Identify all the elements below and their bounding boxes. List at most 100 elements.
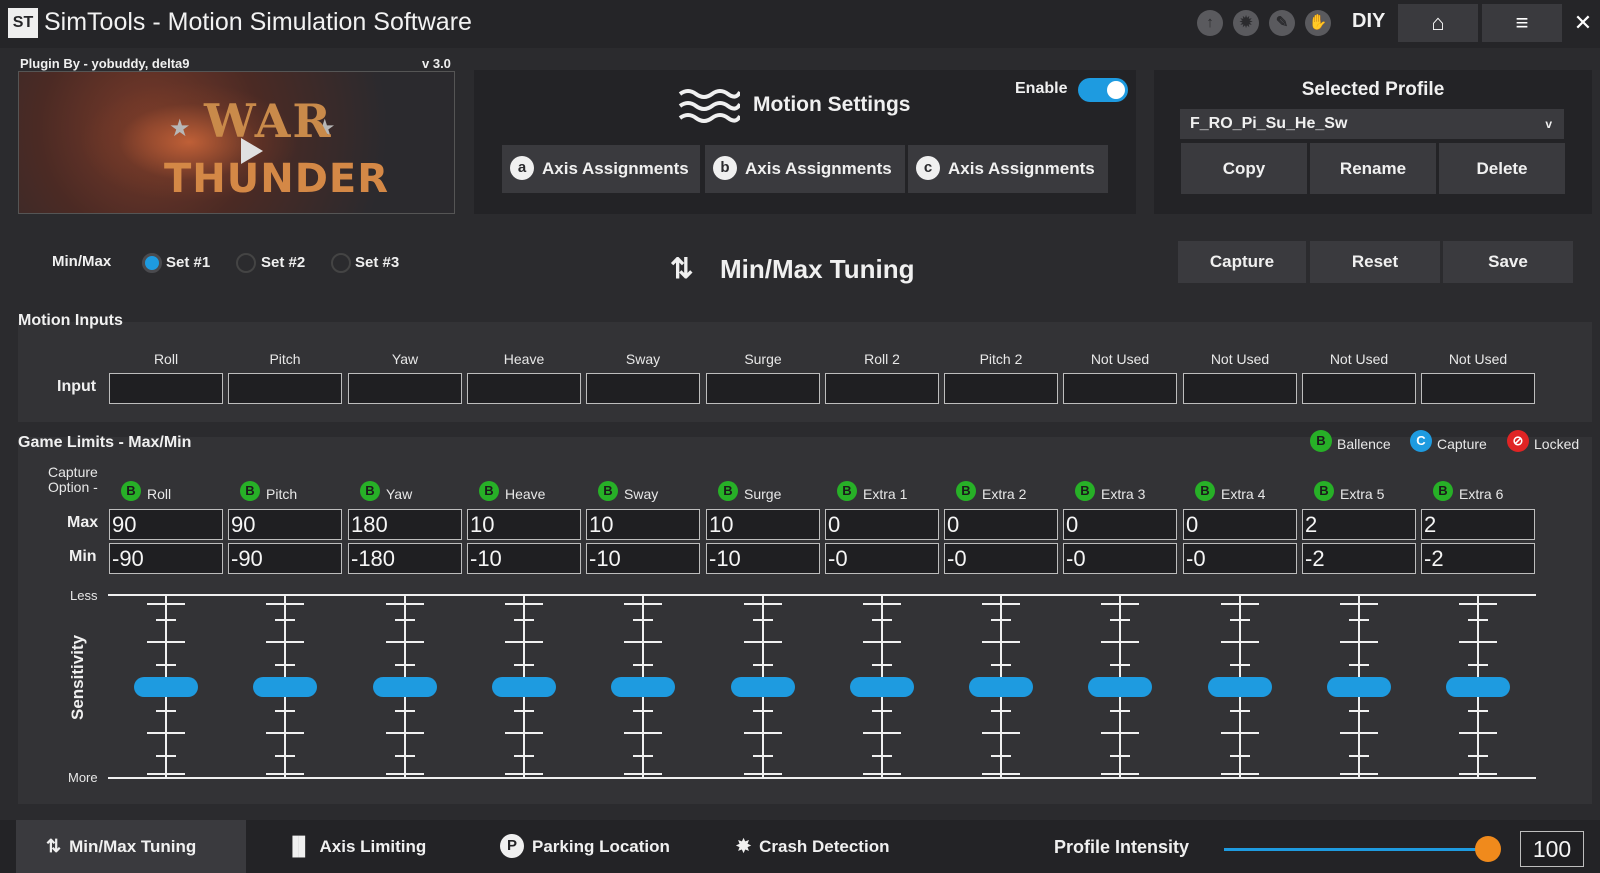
rename-button[interactable]: Rename bbox=[1310, 143, 1436, 194]
motion-input-field[interactable] bbox=[1302, 373, 1416, 404]
sensitivity-slider-thumb[interactable] bbox=[1327, 677, 1391, 697]
reset-button[interactable]: Reset bbox=[1310, 241, 1440, 283]
set-1-label[interactable]: Set #1 bbox=[166, 254, 210, 271]
balance-option-icon[interactable]: B bbox=[240, 481, 260, 501]
game-limits-title: Game Limits - Max/Min bbox=[18, 434, 192, 451]
max-limit-field[interactable]: 10 bbox=[586, 509, 700, 540]
max-limit-field[interactable]: 0 bbox=[825, 509, 939, 540]
set-2-label[interactable]: Set #2 bbox=[261, 254, 305, 271]
balance-option-icon[interactable]: B bbox=[956, 481, 976, 501]
capture-button[interactable]: Capture bbox=[1178, 241, 1306, 283]
profile-intensity-knob[interactable] bbox=[1475, 836, 1501, 862]
save-button[interactable]: Save bbox=[1443, 241, 1573, 283]
balance-option-icon[interactable]: B bbox=[121, 481, 141, 501]
profile-intensity-slider[interactable] bbox=[1224, 848, 1488, 851]
balance-option-icon[interactable]: B bbox=[479, 481, 499, 501]
axis-assignments-b-button[interactable]: b Axis Assignments bbox=[705, 145, 905, 193]
min-limit-field[interactable]: -2 bbox=[1302, 543, 1416, 574]
tab-crash-detection[interactable]: ✸ Crash Detection bbox=[736, 820, 936, 873]
min-limit-field[interactable]: -0 bbox=[825, 543, 939, 574]
balance-option-icon[interactable]: B bbox=[360, 481, 380, 501]
max-limit-field[interactable]: 0 bbox=[1183, 509, 1297, 540]
min-limit-field[interactable]: -10 bbox=[706, 543, 820, 574]
motion-input-field[interactable] bbox=[706, 373, 820, 404]
profile-dropdown[interactable]: F_RO_Pi_Su_He_Sw v bbox=[1180, 109, 1564, 139]
game-logo-image[interactable]: ★ ★ WAR THUNDER bbox=[18, 71, 455, 214]
sensitivity-slider-thumb[interactable] bbox=[731, 677, 795, 697]
min-limit-field[interactable]: -90 bbox=[109, 543, 223, 574]
motion-input-field[interactable] bbox=[467, 373, 581, 404]
set-3-radio[interactable] bbox=[331, 253, 351, 273]
max-limit-field[interactable]: 90 bbox=[109, 509, 223, 540]
min-limit-field[interactable]: -90 bbox=[228, 543, 342, 574]
sensitivity-slider-thumb[interactable] bbox=[253, 677, 317, 697]
motion-input-field[interactable] bbox=[586, 373, 700, 404]
home-button[interactable]: ⌂ bbox=[1398, 4, 1478, 42]
sensitivity-slider-thumb[interactable] bbox=[492, 677, 556, 697]
tab-minmax-tuning[interactable]: ⇅ Min/Max Tuning bbox=[16, 820, 246, 873]
balance-option-icon[interactable]: B bbox=[837, 481, 857, 501]
motion-input-field[interactable] bbox=[109, 373, 223, 404]
min-limit-field[interactable]: -0 bbox=[1063, 543, 1177, 574]
tab-parking-location[interactable]: P Parking Location bbox=[500, 820, 700, 873]
max-limit-field[interactable]: 2 bbox=[1302, 509, 1416, 540]
tab-axis-limiting[interactable]: ▐▌ Axis Limiting bbox=[286, 820, 456, 873]
sensitivity-slider-thumb[interactable] bbox=[1208, 677, 1272, 697]
balance-option-icon[interactable]: B bbox=[1075, 481, 1095, 501]
menu-button[interactable]: ≡ bbox=[1482, 4, 1562, 42]
glove-icon[interactable]: ✋ bbox=[1305, 10, 1331, 36]
upload-icon[interactable]: ↑ bbox=[1197, 10, 1223, 36]
balance-option-icon[interactable]: B bbox=[1433, 481, 1453, 501]
set-2-radio[interactable] bbox=[236, 253, 256, 273]
max-limit-field[interactable]: 10 bbox=[706, 509, 820, 540]
pencil-icon[interactable]: ✎ bbox=[1269, 10, 1295, 36]
settings-burst-icon[interactable]: ✹ bbox=[1233, 10, 1259, 36]
sensitivity-slider-thumb[interactable] bbox=[134, 677, 198, 697]
min-limit-field[interactable]: -10 bbox=[467, 543, 581, 574]
enable-toggle[interactable] bbox=[1078, 78, 1128, 102]
sensitivity-slider-thumb[interactable] bbox=[1446, 677, 1510, 697]
axis-assignments-a-button[interactable]: a Axis Assignments bbox=[502, 145, 700, 193]
max-limit-field[interactable]: 0 bbox=[944, 509, 1058, 540]
min-limit-field[interactable]: -0 bbox=[944, 543, 1058, 574]
slider-tick bbox=[1349, 710, 1369, 712]
close-button[interactable]: ✕ bbox=[1566, 4, 1600, 42]
motion-input-field[interactable] bbox=[1183, 373, 1297, 404]
bars-icon: ▐▌ bbox=[286, 836, 312, 856]
min-limit-field[interactable]: -10 bbox=[586, 543, 700, 574]
motion-input-field[interactable] bbox=[348, 373, 462, 404]
sensitivity-slider-thumb[interactable] bbox=[969, 677, 1033, 697]
motion-input-field[interactable] bbox=[944, 373, 1058, 404]
motion-input-field[interactable] bbox=[1421, 373, 1535, 404]
max-limit-field[interactable]: 2 bbox=[1421, 509, 1535, 540]
slider-tick bbox=[624, 773, 662, 775]
min-limit-field[interactable]: -180 bbox=[348, 543, 462, 574]
game-limit-column-header: Sway bbox=[624, 486, 659, 502]
sensitivity-slider-thumb[interactable] bbox=[611, 677, 675, 697]
balance-option-icon[interactable]: B bbox=[598, 481, 618, 501]
delete-button[interactable]: Delete bbox=[1439, 143, 1565, 194]
sensitivity-slider-thumb[interactable] bbox=[373, 677, 437, 697]
motion-input-field[interactable] bbox=[825, 373, 939, 404]
slider-tick bbox=[1110, 619, 1130, 621]
balance-option-icon[interactable]: B bbox=[1195, 481, 1215, 501]
motion-input-column-header: Sway bbox=[625, 351, 661, 367]
axis-assignments-c-button[interactable]: c Axis Assignments bbox=[908, 145, 1108, 193]
max-limit-field[interactable]: 0 bbox=[1063, 509, 1177, 540]
max-limit-field[interactable]: 90 bbox=[228, 509, 342, 540]
min-limit-field[interactable]: -2 bbox=[1421, 543, 1535, 574]
motion-input-field[interactable] bbox=[1063, 373, 1177, 404]
copy-button[interactable]: Copy bbox=[1181, 143, 1307, 194]
motion-input-field[interactable] bbox=[228, 373, 342, 404]
diy-label[interactable]: DIY bbox=[1352, 10, 1385, 33]
min-limit-field[interactable]: -0 bbox=[1183, 543, 1297, 574]
sensitivity-slider-thumb[interactable] bbox=[850, 677, 914, 697]
balance-option-icon[interactable]: B bbox=[718, 481, 738, 501]
max-limit-field[interactable]: 10 bbox=[467, 509, 581, 540]
profile-intensity-value[interactable]: 100 bbox=[1520, 831, 1584, 867]
balance-option-icon[interactable]: B bbox=[1314, 481, 1334, 501]
set-3-label[interactable]: Set #3 bbox=[355, 254, 399, 271]
set-1-radio[interactable] bbox=[142, 253, 162, 273]
sensitivity-slider-thumb[interactable] bbox=[1088, 677, 1152, 697]
max-limit-field[interactable]: 180 bbox=[348, 509, 462, 540]
